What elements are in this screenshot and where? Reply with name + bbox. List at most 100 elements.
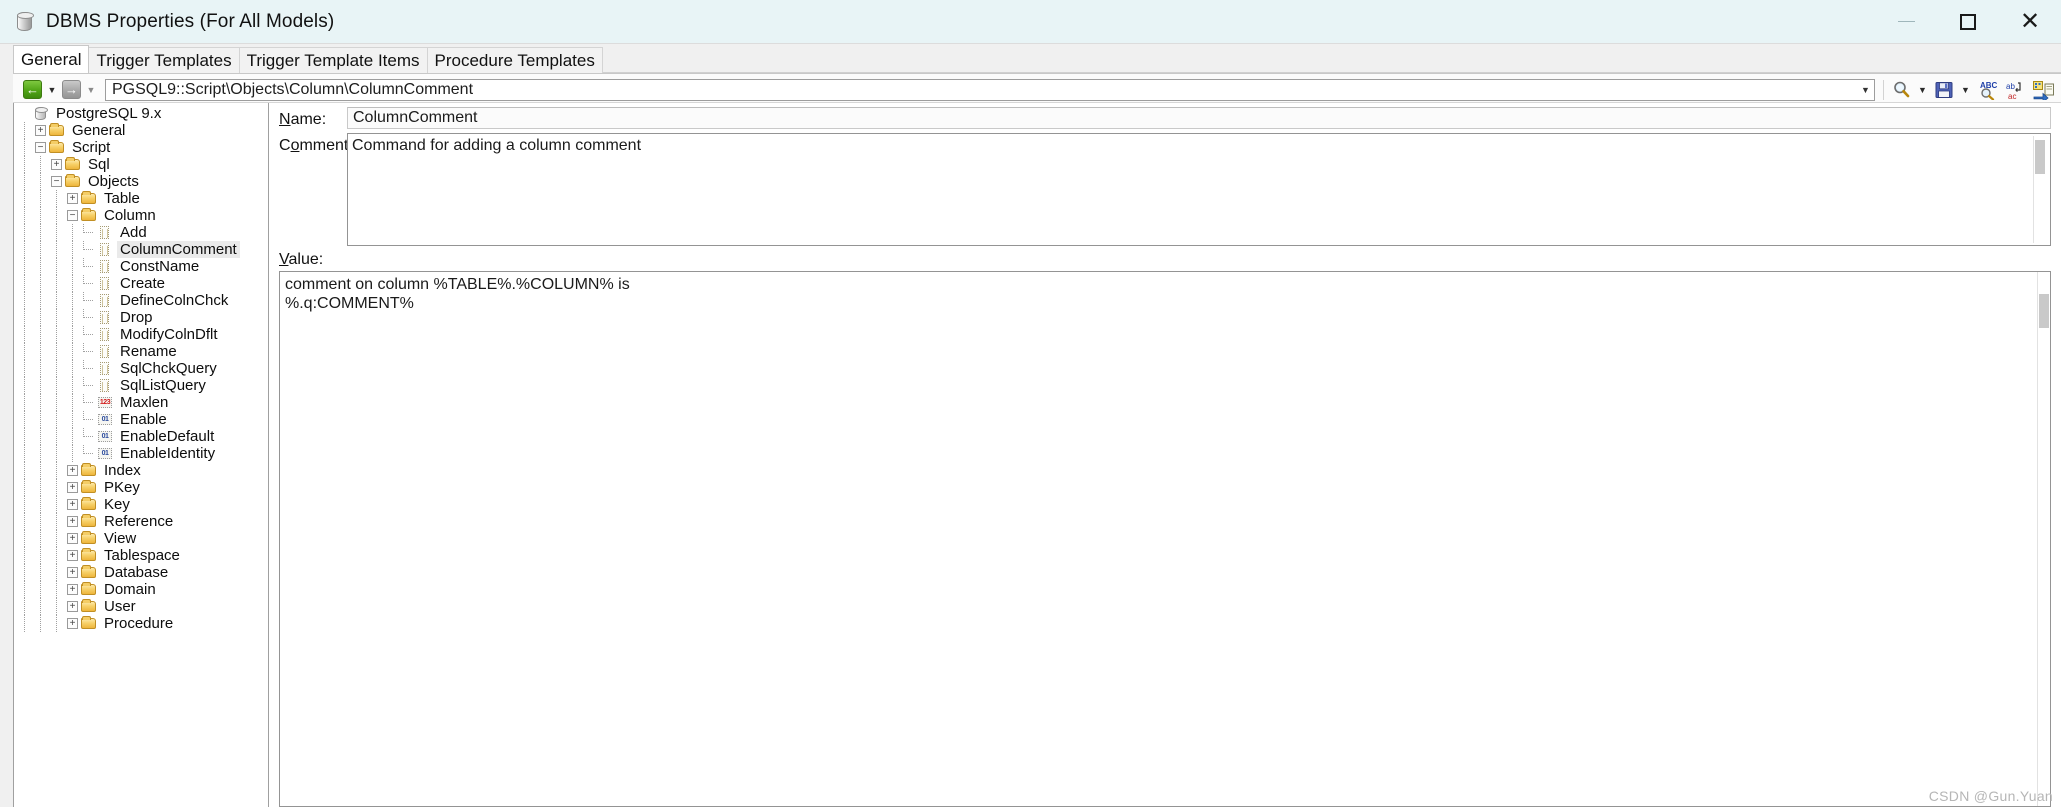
tree-indent <box>14 360 83 377</box>
tree-expand-icon[interactable]: + <box>35 125 46 136</box>
tree-indent <box>14 292 83 309</box>
tree-item[interactable]: DefineColnChck <box>14 292 268 309</box>
tree-expand-icon[interactable]: + <box>67 516 78 527</box>
comment-textarea[interactable]: Command for adding a column comment <box>347 133 2051 246</box>
tree-item[interactable]: Drop <box>14 309 268 326</box>
tree-expand-icon[interactable]: + <box>67 601 78 612</box>
tree-expand-icon[interactable]: + <box>67 499 78 510</box>
tree-item[interactable]: + Procedure <box>14 615 268 632</box>
tree-expand-icon[interactable]: + <box>67 584 78 595</box>
tree-item[interactable]: 01 EnableIdentity <box>14 445 268 462</box>
comment-scrollbar[interactable] <box>2033 136 2046 243</box>
maximize-button[interactable] <box>1937 0 1999 44</box>
back-arrow-icon: ← <box>23 80 42 99</box>
tree-item[interactable]: SqlListQuery <box>14 377 268 394</box>
svg-text:ab: ab <box>2006 82 2015 91</box>
tree-item[interactable]: + Domain <box>14 581 268 598</box>
tree-item[interactable]: − Script <box>14 139 268 156</box>
tree-collapse-icon[interactable]: − <box>35 142 46 153</box>
tree-item[interactable]: + Database <box>14 564 268 581</box>
tree-item[interactable]: 123 Maxlen <box>14 394 268 411</box>
folder-icon <box>80 497 98 512</box>
tree-collapse-icon[interactable]: − <box>67 210 78 221</box>
tree-item[interactable]: + Reference <box>14 513 268 530</box>
forward-button[interactable]: → <box>60 79 83 101</box>
tree-item[interactable]: PostgreSQL 9.x <box>14 105 268 122</box>
tree-item[interactable]: + Sql <box>14 156 268 173</box>
value-scrollbar[interactable] <box>2037 272 2050 806</box>
tree-item[interactable]: 01 EnableDefault <box>14 428 268 445</box>
script-document-icon <box>96 242 114 257</box>
path-combobox[interactable]: PGSQL9::Script\Objects\Column\ColumnComm… <box>105 78 1875 101</box>
tree-item[interactable]: Add <box>14 224 268 241</box>
name-input[interactable]: ColumnComment <box>347 107 2051 129</box>
comment-scrollbar-thumb[interactable] <box>2035 140 2045 174</box>
tree-item[interactable]: − Column <box>14 207 268 224</box>
toolbar-separator <box>1883 79 1884 100</box>
tree-item[interactable]: + Key <box>14 496 268 513</box>
tree-item[interactable]: + PKey <box>14 479 268 496</box>
tab-trigger-templates[interactable]: Trigger Templates <box>88 47 240 73</box>
spell-check-icon[interactable]: ABC <box>1973 78 2001 102</box>
tree-item[interactable]: + Index <box>14 462 268 479</box>
insert-object-icon[interactable] <box>2029 78 2057 102</box>
dbms-properties-window: DBMS Properties (For All Models) ✕ Gener… <box>0 0 2061 807</box>
tree-indent <box>14 479 67 496</box>
tree-item[interactable]: + View <box>14 530 268 547</box>
forward-history-caret[interactable]: ▼ <box>83 79 99 101</box>
minimize-button[interactable] <box>1875 0 1937 44</box>
tree-collapse-icon[interactable]: − <box>51 176 62 187</box>
tree-elbow <box>83 309 96 326</box>
tree-expand-icon[interactable]: + <box>67 533 78 544</box>
tree-item[interactable]: ConstName <box>14 258 268 275</box>
chevron-down-icon[interactable]: ▼ <box>1857 80 1874 100</box>
folder-icon <box>80 463 98 478</box>
script-document-icon <box>96 276 114 291</box>
path-input[interactable]: PGSQL9::Script\Objects\Column\ColumnComm… <box>106 81 1857 99</box>
find-dropdown-caret[interactable]: ▼ <box>1915 78 1930 102</box>
tree-expand-icon[interactable]: + <box>67 567 78 578</box>
value-editor[interactable]: comment on column %TABLE%.%COLUMN% is %.… <box>279 271 2051 807</box>
replace-icon[interactable]: ab ac <box>2001 78 2029 102</box>
tree-expand-icon[interactable]: + <box>51 159 62 170</box>
tree-item[interactable]: SqlChckQuery <box>14 360 268 377</box>
back-history-caret[interactable]: ▼ <box>44 79 60 101</box>
tree-item[interactable]: − Objects <box>14 173 268 190</box>
find-icon[interactable] <box>1887 78 1915 102</box>
save-dropdown-caret[interactable]: ▼ <box>1958 78 1973 102</box>
script-document-icon <box>96 361 114 376</box>
tree-item[interactable]: + Table <box>14 190 268 207</box>
tree-item[interactable]: Rename <box>14 343 268 360</box>
tree-expand-icon[interactable]: + <box>67 482 78 493</box>
tree-expand-icon[interactable]: + <box>67 193 78 204</box>
tab-procedure-templates[interactable]: Procedure Templates <box>426 47 603 73</box>
tree-item[interactable]: Create <box>14 275 268 292</box>
tab-label: General <box>21 49 82 69</box>
tree-item-label: Key <box>104 496 130 513</box>
tree-expand-icon[interactable]: + <box>67 618 78 629</box>
title-bar: DBMS Properties (For All Models) ✕ <box>0 0 2061 44</box>
boolean-value-icon: 01 <box>96 446 114 461</box>
number-value-icon: 123 <box>98 397 112 408</box>
tree-expand-icon[interactable]: + <box>67 465 78 476</box>
tree-elbow <box>83 428 96 445</box>
tab-general[interactable]: General <box>13 45 90 73</box>
tree-item[interactable]: + Tablespace <box>14 547 268 564</box>
back-button[interactable]: ← <box>21 79 44 101</box>
tree-item[interactable]: + User <box>14 598 268 615</box>
save-icon[interactable] <box>1930 78 1958 102</box>
tree-item[interactable]: + General <box>14 122 268 139</box>
close-button[interactable]: ✕ <box>1999 0 2061 44</box>
tree-item[interactable]: 01 Enable <box>14 411 268 428</box>
value-scrollbar-thumb[interactable] <box>2039 294 2049 328</box>
object-tree[interactable]: PostgreSQL 9.x + General − Script + Sql − Object… <box>13 103 269 807</box>
boolean-value-icon: 01 <box>96 412 114 427</box>
tree-item[interactable]: ModifyColnDflt <box>14 326 268 343</box>
tree-indent <box>14 309 83 326</box>
tree-indent <box>14 394 83 411</box>
tree-expand-icon[interactable]: + <box>67 550 78 561</box>
tree-item[interactable]: ColumnComment <box>14 241 268 258</box>
tab-trigger-template-items[interactable]: Trigger Template Items <box>238 47 428 73</box>
tree-item-label: DefineColnChck <box>120 292 229 309</box>
